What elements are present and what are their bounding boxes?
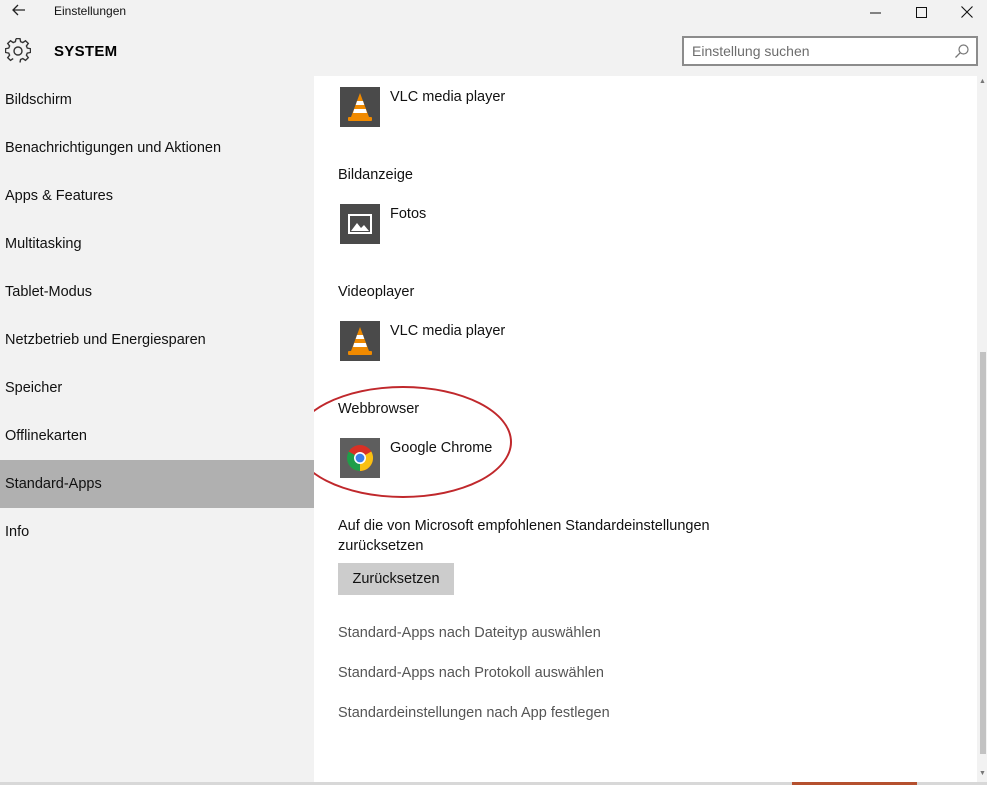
app-name: Fotos [390, 206, 427, 222]
gear-icon [5, 38, 31, 63]
sidebar-item-netzbetrieb[interactable]: Netzbetrieb und Energiesparen [0, 316, 314, 364]
sidebar-item-apps-features[interactable]: Apps & Features [0, 172, 314, 220]
app-tile [340, 438, 380, 478]
maximize-icon [915, 6, 927, 18]
window-title: Einstellungen [54, 4, 127, 18]
title-bar: Einstellungen [0, 0, 987, 24]
main-content: VLC media player Bildanzeige Fotos Video… [314, 76, 977, 782]
link-by-protocol[interactable]: Standard-Apps nach Protokoll auswählen [338, 665, 604, 681]
search-box[interactable] [682, 36, 978, 66]
sidebar: Bildschirm Benachrichtigungen und Aktion… [0, 76, 314, 785]
sidebar-item-benachrichtigungen[interactable]: Benachrichtigungen und Aktionen [0, 124, 314, 172]
section-heading: Videoplayer [338, 284, 415, 300]
vlc-icon [348, 93, 372, 121]
app-tile [340, 87, 380, 127]
section-heading: Bildanzeige [338, 167, 413, 183]
minimize-icon [869, 12, 881, 13]
sidebar-item-speicher[interactable]: Speicher [0, 364, 314, 412]
scroll-down-icon[interactable]: ▼ [979, 770, 986, 777]
link-by-app[interactable]: Standardeinstellungen nach App festlegen [338, 705, 610, 721]
sidebar-item-standard-apps[interactable]: Standard-Apps [0, 460, 314, 508]
sidebar-item-bildschirm[interactable]: Bildschirm [0, 76, 314, 124]
app-name: Google Chrome [390, 440, 493, 456]
scrollbar-thumb[interactable] [980, 352, 986, 754]
reset-description: Auf die von Microsoft empfohlenen Standa… [338, 518, 710, 554]
app-tile [340, 204, 380, 244]
close-icon [961, 6, 973, 18]
scrollbar[interactable]: ▲ ▼ [977, 76, 987, 782]
app-tile [340, 321, 380, 361]
sidebar-item-info[interactable]: Info [0, 508, 314, 556]
reset-button[interactable]: Zurücksetzen [338, 563, 454, 595]
minimize-button[interactable] [852, 0, 898, 24]
sidebar-item-multitasking[interactable]: Multitasking [0, 220, 314, 268]
maximize-button[interactable] [898, 0, 944, 24]
page-title: SYSTEM [54, 43, 118, 60]
sidebar-item-tablet-modus[interactable]: Tablet-Modus [0, 268, 314, 316]
photos-icon [348, 214, 372, 234]
arrow-left-icon [12, 4, 25, 16]
settings-header: SYSTEM [0, 24, 987, 76]
app-name: VLC media player [390, 323, 506, 339]
scroll-up-icon[interactable]: ▲ [979, 78, 986, 85]
vlc-icon [348, 327, 372, 355]
chrome-icon [346, 445, 374, 472]
back-button[interactable] [8, 2, 30, 22]
sidebar-item-offlinekarten[interactable]: Offlinekarten [0, 412, 314, 460]
close-button[interactable] [944, 0, 987, 24]
search-input[interactable] [692, 42, 942, 60]
link-by-filetype[interactable]: Standard-Apps nach Dateityp auswählen [338, 625, 601, 641]
section-heading: Webbrowser [338, 401, 420, 417]
search-icon[interactable] [954, 43, 970, 59]
app-name: VLC media player [390, 89, 506, 105]
